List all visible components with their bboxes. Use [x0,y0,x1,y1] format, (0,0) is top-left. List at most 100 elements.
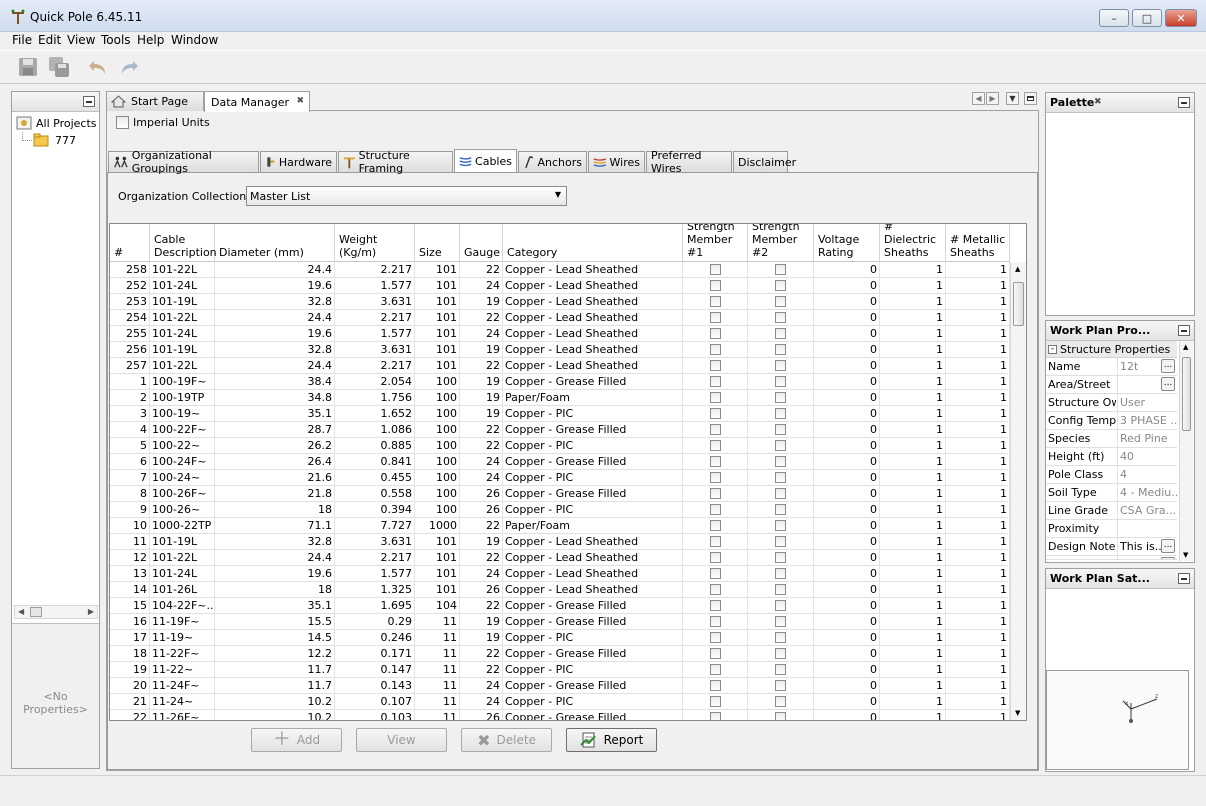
strength-member-checkbox[interactable] [709,712,721,720]
table-row[interactable]: 256 101-19L 32.8 3.631 101 19 Copper - Lead Sh… [110,342,1010,358]
tab-start-page[interactable]: Start Page [106,91,204,111]
strength-member-checkbox[interactable] [775,568,786,579]
table-row[interactable]: 4 100-22F~ 28.7 1.086 100 22 Copper - Grease F… [110,422,1010,438]
scroll-down-icon[interactable]: ▼ [1183,551,1188,559]
property-row[interactable]: Line Grade CSA Gra... [1046,502,1177,520]
table-row[interactable]: 1 100-19F~ 38.4 2.054 100 19 Copper - Grease F… [110,374,1010,390]
table-row[interactable]: 8 100-26F~ 21.8 0.558 100 26 Copper - Grease F… [110,486,1010,502]
strength-member-checkbox[interactable] [775,296,786,307]
strength-member-checkbox[interactable] [709,520,721,531]
strength-member-cell[interactable] [683,422,748,438]
strength-member-cell[interactable] [748,406,814,422]
strength-member-checkbox[interactable] [709,632,721,643]
strength-member-cell[interactable] [748,454,814,470]
strength-member-checkbox[interactable] [775,472,786,483]
property-value[interactable]: 4 - Mediu... [1117,484,1177,502]
table-row[interactable]: 22 11-26F~ 10.2 0.103 11 26 Copper - Grease Fi… [110,710,1010,720]
properties-vertical-scrollbar[interactable]: ▲ ▼ [1179,341,1193,561]
strength-member-cell[interactable] [748,422,814,438]
delete-button[interactable]: ✖ Delete [461,728,552,752]
strength-member-checkbox[interactable] [709,456,721,467]
strength-member-checkbox[interactable] [709,648,721,659]
strength-member-checkbox[interactable] [709,424,721,435]
strength-member-cell[interactable] [683,614,748,630]
strength-member-cell[interactable] [748,438,814,454]
strength-member-checkbox[interactable] [775,456,786,467]
menu-edit[interactable]: Edit [38,33,61,47]
strength-member-checkbox[interactable] [709,680,721,691]
menu-file[interactable]: File [12,33,32,47]
property-value[interactable]: 4 [1117,466,1177,484]
property-value[interactable]: 3 PHASE ... [1117,412,1177,430]
minimize-panel-icon[interactable] [1178,97,1190,108]
table-row[interactable]: 10 1000-22TP 71.1 7.727 1000 22 Paper/Foam 0 1 1 [110,518,1010,534]
strength-member-cell[interactable] [683,598,748,614]
property-value[interactable]: User [1117,394,1177,412]
strength-member-cell[interactable] [683,486,748,502]
ellipsis-button[interactable]: ... [1161,557,1175,559]
strength-member-cell[interactable] [683,326,748,342]
strength-member-cell[interactable] [748,630,814,646]
column-header[interactable]: Voltage Rating [814,224,880,262]
scroll-thumb[interactable] [1182,357,1191,431]
table-row[interactable]: 21 11-24~ 10.2 0.107 11 24 Copper - PIC 0 1 1 [110,694,1010,710]
strength-member-checkbox[interactable] [709,568,721,579]
strength-member-checkbox[interactable] [709,616,721,627]
tab-anchors[interactable]: Anchors [518,151,587,172]
strength-member-checkbox[interactable] [775,488,786,499]
tab-scroll-right-icon[interactable]: ▶ [986,92,999,105]
tab-wires[interactable]: Wires [588,151,645,172]
table-row[interactable]: 17 11-19~ 14.5 0.246 11 19 Copper - PIC 0 1 1 [110,630,1010,646]
save-icon[interactable] [16,55,40,79]
strength-member-checkbox[interactable] [775,616,786,627]
property-row[interactable]: Pole Class 4 [1046,466,1177,484]
strength-member-checkbox[interactable] [775,648,786,659]
strength-member-cell[interactable] [748,646,814,662]
strength-member-cell[interactable] [748,710,814,720]
strength-member-cell[interactable] [748,582,814,598]
close-tab-icon[interactable]: ✖ [296,96,304,106]
org-collection-select[interactable]: Master List ▼ [246,186,567,206]
ellipsis-button[interactable]: ... [1161,377,1175,391]
strength-member-cell[interactable] [748,534,814,550]
strength-member-checkbox[interactable] [775,408,786,419]
strength-member-cell[interactable] [683,438,748,454]
strength-member-cell[interactable] [748,326,814,342]
tree-item-all-projects[interactable]: All Projects [16,115,97,131]
strength-member-cell[interactable] [683,470,748,486]
scroll-down-icon[interactable]: ▼ [1015,709,1020,717]
strength-member-cell[interactable] [683,374,748,390]
strength-member-cell[interactable] [683,406,748,422]
strength-member-checkbox[interactable] [775,376,786,387]
strength-member-cell[interactable] [748,502,814,518]
strength-member-cell[interactable] [683,390,748,406]
property-row[interactable]: Structure Ow User [1046,394,1177,412]
imperial-units-checkbox[interactable] [116,116,129,129]
strength-member-cell[interactable] [683,662,748,678]
tab-data-manager[interactable]: Data Manager ✖ [204,91,310,112]
menu-view[interactable]: View [67,33,95,47]
column-header[interactable]: Size [415,224,460,262]
close-tab-icon[interactable]: ✖ [1094,97,1102,107]
strength-member-cell[interactable] [748,614,814,630]
strength-member-checkbox[interactable] [775,360,786,371]
strength-member-checkbox[interactable] [775,280,786,291]
strength-member-cell[interactable] [683,566,748,582]
strength-member-checkbox[interactable] [709,344,721,355]
property-value[interactable]: CSA Gra... [1117,502,1177,520]
minimize-panel-icon[interactable] [1178,573,1190,584]
property-row[interactable]: Make Ready NMake...... [1046,556,1177,560]
table-row[interactable]: 14 101-26L 18 1.325 101 26 Copper - Lead Sheat… [110,582,1010,598]
minimize-button[interactable]: – [1099,9,1129,27]
property-row[interactable]: Area/Street... [1046,376,1177,394]
strength-member-checkbox[interactable] [775,536,786,547]
tab-cables[interactable]: Cables [454,149,517,172]
strength-member-cell[interactable] [748,294,814,310]
scroll-thumb[interactable] [1013,282,1024,326]
strength-member-checkbox[interactable] [775,312,786,323]
table-row[interactable]: 9 100-26~ 18 0.394 100 26 Copper - PIC 0 1 1 [110,502,1010,518]
strength-member-checkbox[interactable] [709,264,721,275]
tab-structure-framing[interactable]: Structure Framing [338,149,453,175]
strength-member-checkbox[interactable] [775,344,786,355]
tab-list-dropdown-icon[interactable]: ▼ [1006,92,1019,105]
